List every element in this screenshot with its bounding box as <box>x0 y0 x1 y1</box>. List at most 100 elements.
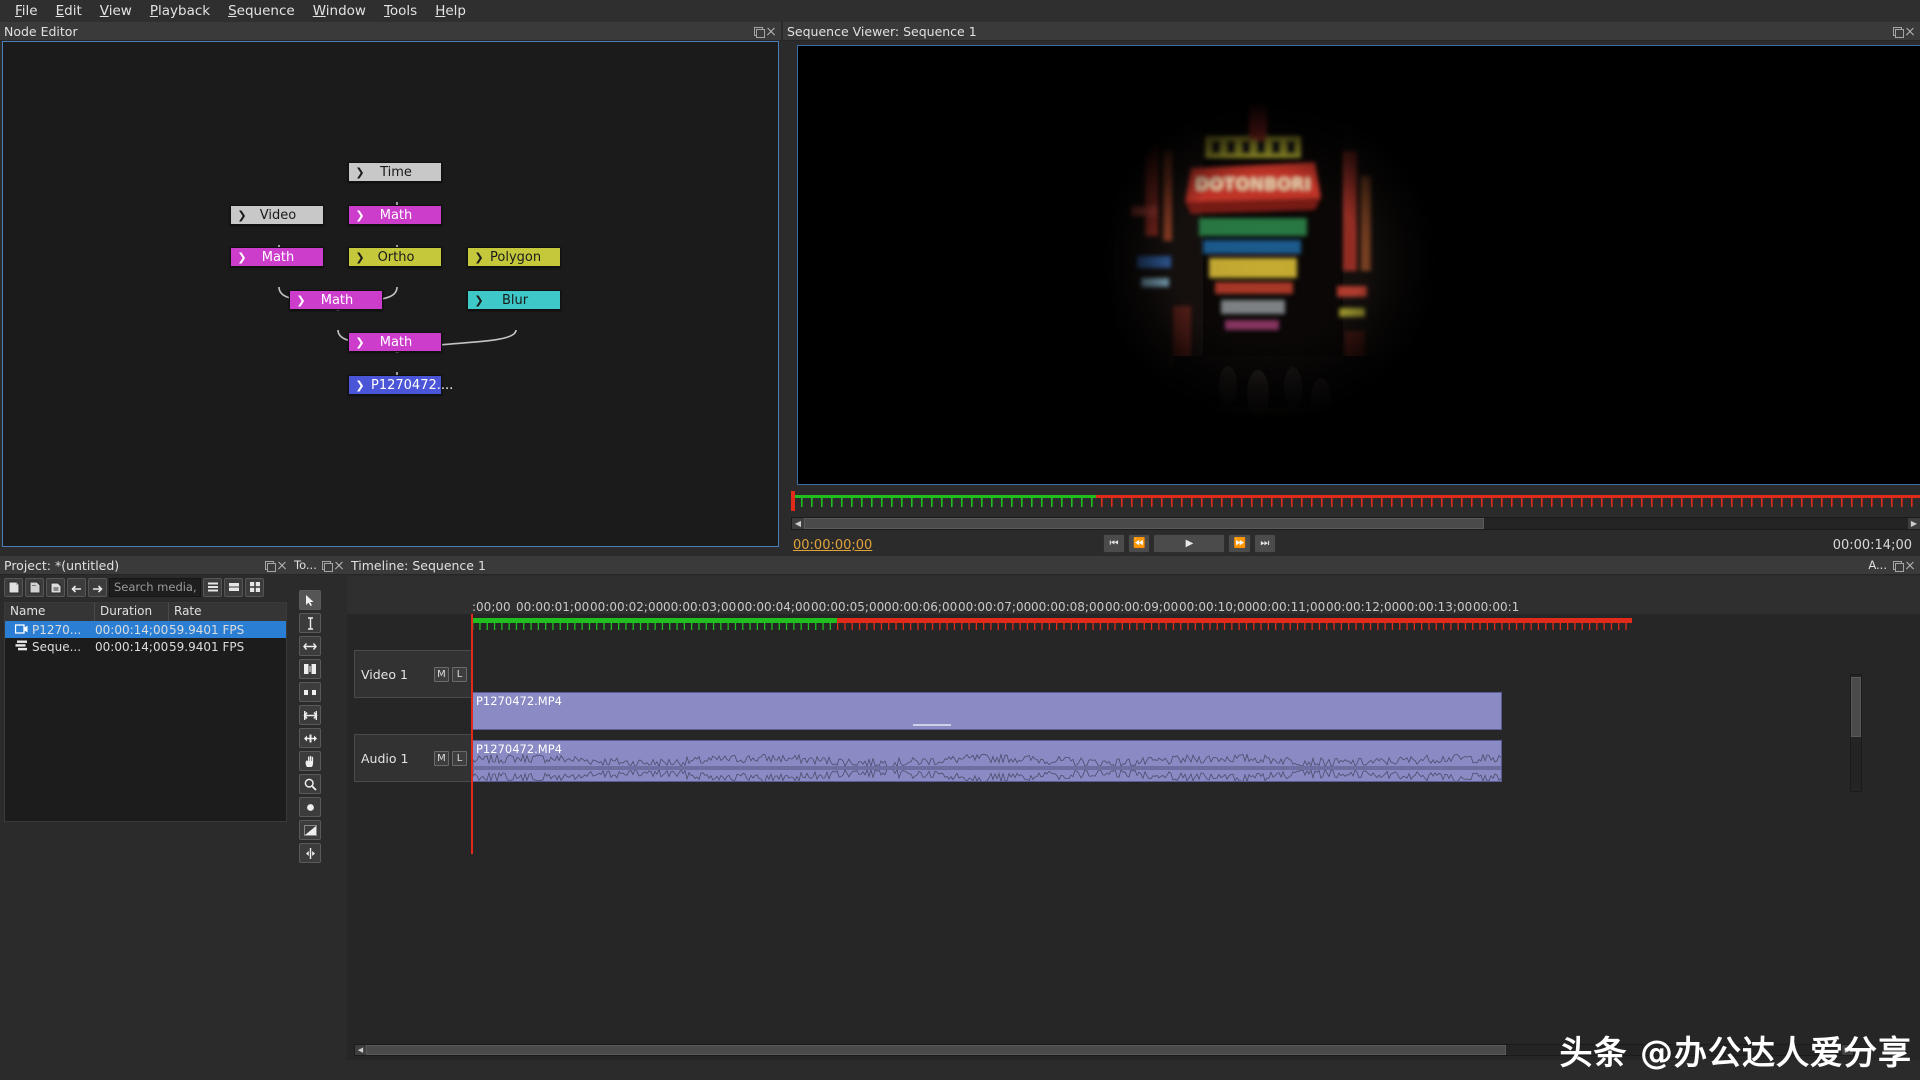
graph-node-ortho[interactable]: ❯ Ortho <box>348 247 442 267</box>
close-icon[interactable] <box>766 27 775 36</box>
chevron-right-icon[interactable]: ❯ <box>468 294 490 307</box>
zoom-tool-icon[interactable] <box>299 774 321 794</box>
scroll-left-icon[interactable]: ◀ <box>792 518 804 529</box>
column-header-name[interactable]: Name <box>5 603 95 621</box>
close-icon[interactable] <box>1905 27 1914 36</box>
timeline-playhead[interactable] <box>471 614 473 854</box>
menu-playback[interactable]: Playback <box>141 1 219 21</box>
timeline-ruler[interactable]: :00;00 00:00:01;00 00:00:02;00 00:00:03;00 0… <box>347 576 1920 630</box>
column-header-rate[interactable]: Rate <box>169 603 286 621</box>
duplicate-item-icon[interactable] <box>25 577 44 597</box>
menu-help[interactable]: Help <box>426 1 475 21</box>
chevron-right-icon[interactable]: ❯ <box>349 209 371 222</box>
chevron-right-icon[interactable]: ❯ <box>231 209 253 222</box>
menu-window[interactable]: Window <box>304 1 375 21</box>
float-icon[interactable] <box>1893 26 1904 38</box>
table-row[interactable]: P1270... 00:00:14;00 59.9401 FPS <box>5 621 286 638</box>
edit-text-tool-icon[interactable] <box>299 613 321 633</box>
list-view-icon[interactable] <box>203 577 222 597</box>
timeline-vertical-scrollbar[interactable] <box>1850 674 1862 792</box>
chevron-right-icon[interactable]: ❯ <box>349 336 371 349</box>
node-graph-canvas[interactable]: ❯ Time ❯ Video ❯ Math ❯ Math ❯ Ortho ❯ Polygon ❯ Math… <box>2 41 779 547</box>
lock-button-audio1[interactable]: L <box>452 750 467 766</box>
close-icon[interactable] <box>277 561 286 570</box>
rolling-tool-icon[interactable] <box>299 659 321 679</box>
scroll-track[interactable] <box>804 518 1908 529</box>
undo-icon[interactable] <box>67 577 86 597</box>
ripple-tool-icon[interactable] <box>299 636 321 656</box>
menu-view[interactable]: View <box>91 1 141 21</box>
video-clip-icon <box>14 623 28 637</box>
column-header-duration[interactable]: Duration <box>95 603 169 621</box>
snapping-tool-icon[interactable] <box>299 843 321 863</box>
table-row[interactable]: Seque... 00:00:14;00 59.9401 FPS <box>5 638 286 655</box>
close-icon[interactable] <box>1905 561 1914 570</box>
search-input[interactable]: Search media, m... <box>109 577 201 597</box>
menu-file[interactable]: File <box>6 1 47 21</box>
record-tool-icon[interactable] <box>299 797 321 817</box>
scroll-left-icon[interactable]: ◀ <box>355 1045 366 1055</box>
chevron-right-icon[interactable]: ❯ <box>468 251 490 264</box>
fast-forward-button[interactable]: ⏩ <box>1228 534 1251 553</box>
project-title: Project: *(untitled) <box>4 557 120 573</box>
new-item-icon[interactable] <box>4 577 23 597</box>
timeline-clip-audio1[interactable]: P1270472.MP4 <box>472 740 1502 782</box>
timeline-ruler-label: 00:00:07;00 <box>958 600 1032 614</box>
graph-node-polygon[interactable]: ❯ Polygon <box>467 247 561 267</box>
scroll-thumb[interactable] <box>1851 677 1861 737</box>
project-media-table[interactable]: Name Duration Rate P1270... 00:00:14;00 59… <box>4 602 287 822</box>
slide-tool-icon[interactable] <box>299 728 321 748</box>
menu-sequence[interactable]: Sequence <box>219 1 304 21</box>
graph-node-math[interactable]: ❯ Math <box>348 205 442 225</box>
menu-edit[interactable]: Edit <box>47 1 91 21</box>
razor-tool-icon[interactable] <box>299 682 321 702</box>
media-rate-cell: 59.9401 FPS <box>169 622 245 637</box>
pointer-tool-icon[interactable] <box>299 590 321 610</box>
scroll-thumb[interactable] <box>804 518 1484 529</box>
float-icon[interactable] <box>322 560 333 572</box>
graph-node-math[interactable]: ❯ Math <box>348 332 442 352</box>
graph-node-math[interactable]: ❯ Math <box>289 290 383 310</box>
timeline-tracks-area[interactable]: Video 1 M L P1270472.MP4 Audio 1 M L P12… <box>347 614 1920 1060</box>
node-editor-titlebar: Node Editor <box>0 22 781 41</box>
menu-tools[interactable]: Tools <box>375 1 426 21</box>
timeline-clip-video1[interactable]: P1270472.MP4 <box>472 692 1502 730</box>
lock-button-video1[interactable]: L <box>452 666 467 682</box>
chevron-right-icon[interactable]: ❯ <box>231 251 253 264</box>
video-preview[interactable]: DOTONBORI <box>797 45 1920 485</box>
slip-tool-icon[interactable] <box>299 705 321 725</box>
transition-tool-icon[interactable] <box>299 820 321 840</box>
scroll-thumb[interactable] <box>366 1045 1506 1055</box>
mute-button-audio1[interactable]: M <box>434 750 449 766</box>
float-icon[interactable] <box>754 26 765 38</box>
open-folder-icon[interactable] <box>46 577 65 597</box>
viewer-ruler[interactable] <box>791 491 1920 513</box>
graph-node-p1270472[interactable]: ❯ P1270472.... <box>348 375 453 395</box>
chevron-right-icon[interactable]: ❯ <box>349 166 371 179</box>
play-button[interactable]: ▶ <box>1153 534 1226 553</box>
graph-node-blur[interactable]: ❯ Blur <box>467 290 561 310</box>
scroll-right-icon[interactable]: ▶ <box>1908 518 1920 529</box>
detail-view-icon[interactable] <box>224 577 243 597</box>
float-icon[interactable] <box>265 560 276 572</box>
chevron-right-icon[interactable]: ❯ <box>349 251 371 264</box>
audio-waveform <box>473 754 1501 781</box>
graph-node-math[interactable]: ❯ Math <box>230 247 324 267</box>
skip-to-end-button[interactable]: ⏭ <box>1253 534 1276 553</box>
graph-node-video[interactable]: ❯ Video <box>230 205 324 225</box>
skip-to-start-button[interactable]: ⏮ <box>1103 534 1125 553</box>
viewer-current-timecode[interactable]: 00:00:00;00 <box>793 538 872 553</box>
chevron-right-icon[interactable]: ❯ <box>290 294 312 307</box>
graph-node-time[interactable]: ❯ Time <box>348 162 442 182</box>
track-header-video1[interactable]: Video 1 M L <box>354 650 472 698</box>
rewind-button[interactable]: ⏪ <box>1128 534 1151 553</box>
track-header-audio1[interactable]: Audio 1 M L <box>354 734 472 782</box>
viewer-horizontal-scrollbar[interactable]: ◀ ▶ <box>791 517 1920 530</box>
float-icon[interactable] <box>1893 560 1904 572</box>
chevron-right-icon[interactable]: ❯ <box>349 379 371 392</box>
hand-tool-icon[interactable] <box>299 751 321 771</box>
grid-view-icon[interactable] <box>245 577 264 597</box>
mute-button-video1[interactable]: M <box>434 666 449 682</box>
close-icon[interactable] <box>334 561 343 570</box>
redo-icon[interactable] <box>88 577 107 597</box>
